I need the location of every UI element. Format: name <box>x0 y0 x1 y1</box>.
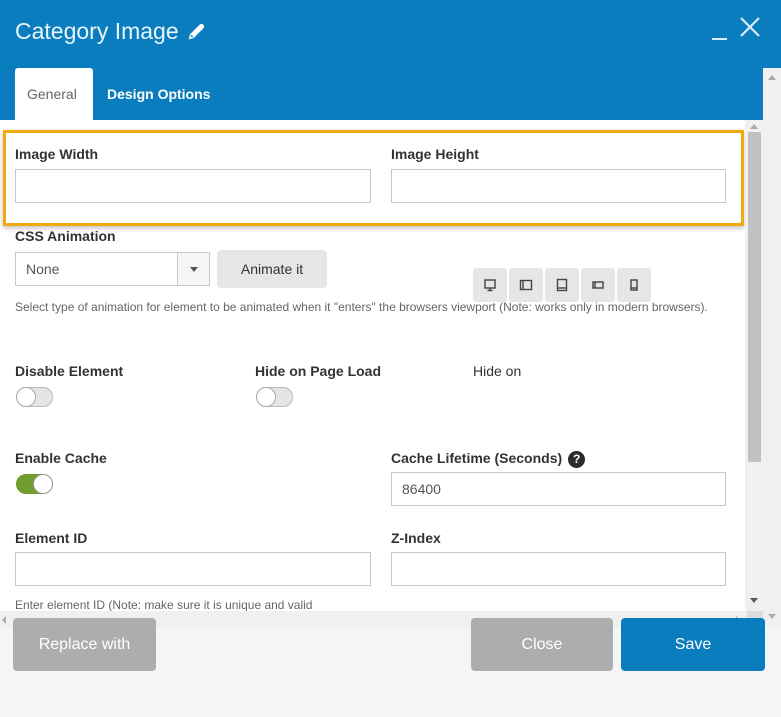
scroll-left-arrow-icon[interactable] <box>2 616 6 624</box>
image-width-label: Image Width <box>15 146 99 162</box>
enable-cache-label: Enable Cache <box>15 450 107 466</box>
scroll-thumb[interactable] <box>748 132 761 462</box>
disable-element-toggle[interactable] <box>16 387 53 407</box>
mobile-landscape-icon <box>592 281 604 289</box>
mobile-portrait-icon <box>630 279 638 291</box>
tab-design-options[interactable]: Design Options <box>93 68 224 120</box>
element-id-help: Enter element ID (Note: make sure it is … <box>15 598 313 611</box>
dialog-header: Category Image General Design Options <box>0 0 781 120</box>
scroll-down-arrow-icon[interactable] <box>768 614 776 619</box>
device-tablet-landscape-button[interactable] <box>509 268 543 302</box>
device-mobile-landscape-button[interactable] <box>581 268 615 302</box>
element-id-input[interactable] <box>15 552 371 586</box>
tab-general[interactable]: General <box>15 68 93 120</box>
cache-lifetime-label-text: Cache Lifetime (Seconds) <box>391 450 563 466</box>
z-index-label: Z-Index <box>391 530 441 546</box>
hide-on-page-load-toggle[interactable] <box>256 387 293 407</box>
scroll-up-arrow-icon[interactable] <box>768 75 776 80</box>
dialog-title: Category Image <box>15 18 207 45</box>
desktop-icon <box>484 279 496 292</box>
tab-bar: General Design Options <box>15 68 224 120</box>
image-height-label: Image Height <box>391 146 479 162</box>
device-tablet-portrait-button[interactable] <box>545 268 579 302</box>
disable-element-label: Disable Element <box>15 363 124 379</box>
replace-with-button[interactable]: Replace with <box>13 618 156 671</box>
close-icon[interactable] <box>737 14 763 40</box>
tablet-portrait-icon <box>556 278 568 292</box>
toggle-knob <box>33 474 53 494</box>
image-width-input[interactable] <box>15 169 371 203</box>
css-animation-select[interactable]: None <box>15 252 210 286</box>
cache-lifetime-label: Cache Lifetime (Seconds)? <box>391 450 586 468</box>
image-height-input[interactable] <box>391 169 726 203</box>
device-mobile-portrait-button[interactable] <box>617 268 651 302</box>
chevron-down-icon[interactable] <box>177 253 209 285</box>
close-button[interactable]: Close <box>471 618 613 671</box>
dialog-scrollbar[interactable] <box>763 68 781 628</box>
hide-on-page-load-label: Hide on Page Load <box>255 363 382 379</box>
form-panel: Image Width Image Height CSS Animation N… <box>0 120 763 611</box>
animate-it-button[interactable]: Animate it <box>217 250 327 288</box>
hide-on-label: Hide on <box>473 363 522 379</box>
enable-cache-toggle[interactable] <box>16 474 53 494</box>
z-index-input[interactable] <box>391 552 726 586</box>
scroll-down-arrow-icon[interactable] <box>750 598 758 603</box>
tablet-landscape-icon <box>519 279 533 291</box>
css-animation-label: CSS Animation <box>15 228 116 244</box>
minimize-icon[interactable] <box>711 16 729 40</box>
form-vertical-scrollbar[interactable] <box>745 120 763 611</box>
css-animation-value: None <box>26 261 60 277</box>
save-button[interactable]: Save <box>621 618 765 671</box>
question-circle-icon[interactable]: ? <box>568 450 586 468</box>
pencil-icon[interactable] <box>185 21 207 43</box>
cache-lifetime-input[interactable] <box>391 472 726 506</box>
toggle-knob <box>256 387 276 407</box>
scroll-up-arrow-icon[interactable] <box>750 124 758 129</box>
dialog-title-text: Category Image <box>15 18 179 44</box>
hide-on-devices <box>473 268 651 302</box>
toggle-knob <box>16 387 36 407</box>
element-id-label: Element ID <box>15 530 88 546</box>
device-desktop-button[interactable] <box>473 268 507 302</box>
